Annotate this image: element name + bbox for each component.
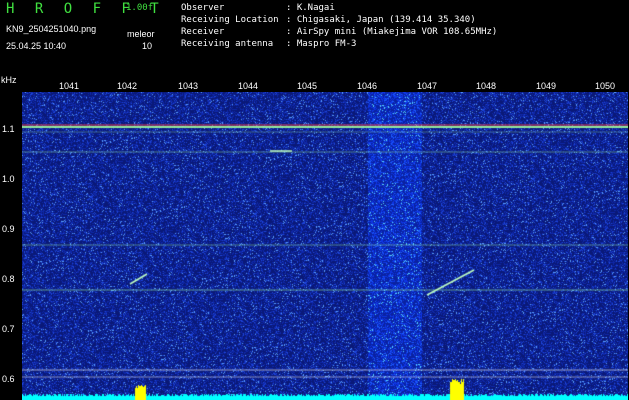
- observer-label: Observer: [181, 3, 225, 13]
- antenna-label: Receiving antenna: [181, 39, 274, 49]
- location-value: : Chigasaki, Japan (139.414 35.340): [286, 15, 476, 25]
- receiver-label: Receiver: [181, 27, 225, 37]
- header-mode: meleor: [127, 29, 155, 39]
- x-tick-label: 1041: [59, 81, 80, 91]
- x-tick-label: 1045: [297, 81, 318, 91]
- y-tick-label: 0.9: [2, 224, 15, 234]
- x-tick-label: 1050: [595, 81, 616, 91]
- x-tick-label: 1047: [417, 81, 438, 91]
- header-datetime: 25.04.25 10:40: [6, 41, 67, 51]
- spectrogram-display: [22, 92, 628, 400]
- header-mode-value: 10: [142, 41, 153, 51]
- location-label: Receiving Location: [181, 15, 279, 25]
- header-filename: KN9_2504251040.png: [6, 24, 97, 34]
- y-tick-label: 0.6: [2, 374, 15, 384]
- x-tick-label: 1048: [476, 81, 497, 91]
- x-tick-label: 1044: [238, 81, 259, 91]
- y-tick-label: 1.1: [2, 124, 15, 134]
- y-tick-label: 0.7: [2, 324, 15, 334]
- khz-unit-label: kHz: [1, 75, 17, 85]
- x-tick-label: 1046: [357, 81, 378, 91]
- x-tick-label: 1049: [536, 81, 557, 91]
- y-tick-label: 0.8: [2, 274, 15, 284]
- header-version: 1.00f: [126, 3, 154, 13]
- receiver-value: : AirSpy mini (Miakejima VOR 108.65MHz): [286, 27, 498, 37]
- antenna-value: : Maspro FM-3: [286, 39, 357, 49]
- y-tick-label: 1.0: [2, 174, 15, 184]
- observer-value: : K.Nagai: [286, 3, 335, 13]
- x-tick-label: 1043: [178, 81, 199, 91]
- x-tick-label: 1042: [117, 81, 138, 91]
